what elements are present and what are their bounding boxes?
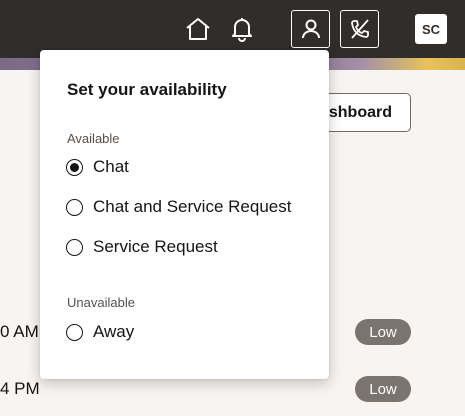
avatar[interactable]: SC [415,14,447,44]
bell-icon[interactable] [225,12,259,46]
available-section-label: Available [67,131,120,146]
radio-option-chat-and-service-request[interactable]: Chat and Service Request [66,195,291,219]
phone-off-icon[interactable] [340,10,379,48]
priority-badge: Low [355,319,411,345]
option-label: Service Request [93,237,218,256]
option-label: Chat [93,157,129,176]
radio-option-service-request[interactable]: Service Request [66,235,218,259]
radio-button[interactable] [66,198,83,216]
user-icon[interactable] [291,10,330,48]
unavailable-section-label: Unavailable [67,295,135,310]
radio-button[interactable] [66,323,83,341]
radio-option-away[interactable]: Away [66,320,134,344]
radio-selected-dot [70,162,79,172]
home-icon[interactable] [181,12,215,46]
option-label: Chat and Service Request [93,197,292,216]
option-label: Away [93,322,135,341]
radio-button[interactable] [66,158,83,176]
priority-badge: Low [355,376,411,402]
popup-title: Set your availability [67,80,227,99]
row-time: 4 PM [0,379,40,398]
availability-popup: Set your availability Available Chat Cha… [40,50,329,379]
radio-option-chat[interactable]: Chat [66,155,129,179]
radio-button[interactable] [66,238,83,256]
row-time: 0 AM [0,322,39,341]
